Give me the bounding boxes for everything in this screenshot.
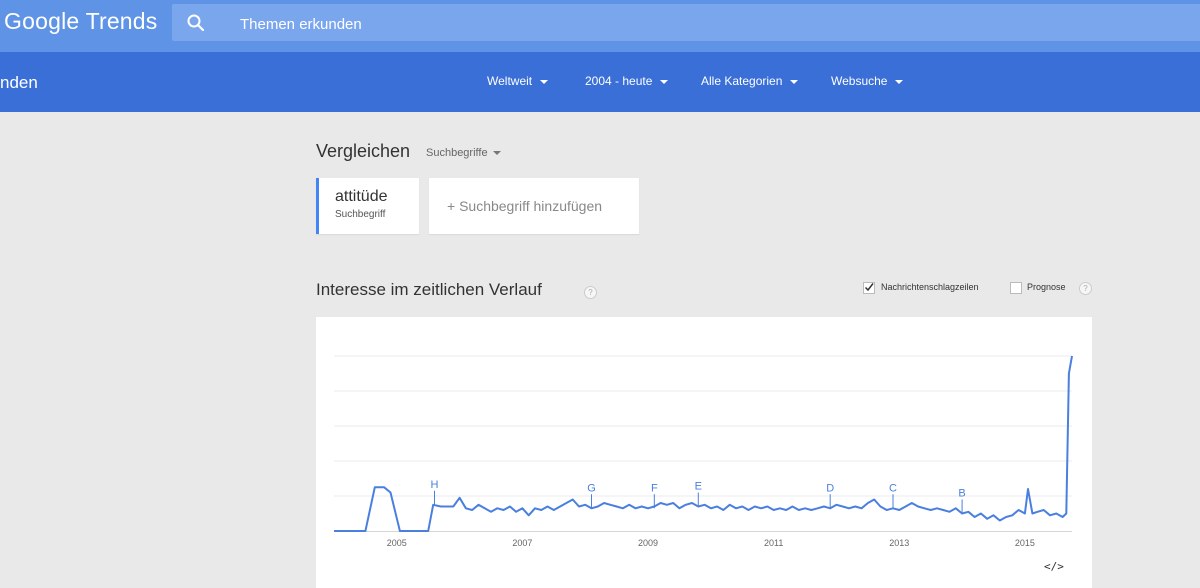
compare-type-label: Suchbegriffe <box>426 147 488 159</box>
region-dropdown[interactable]: Weltweit <box>487 74 549 88</box>
interest-line-chart: 2005 2007 2009 2011 2013 2015 H G F E D C B <box>334 355 1073 548</box>
search-term-type: Suchbegriff <box>335 209 386 220</box>
search-term-name[interactable]: attitüde <box>335 188 387 206</box>
x-tick-label: 2011 <box>764 538 783 548</box>
compare-type-dropdown[interactable]: Suchbegriffe <box>426 147 501 159</box>
annotation-label: G <box>587 482 596 494</box>
forecast-help-icon[interactable]: ? <box>1079 282 1092 295</box>
x-tick-label: 2005 <box>387 538 407 548</box>
forecast-checkbox[interactable] <box>1010 282 1022 294</box>
news-headlines-label: Nachrichtenschlagzeilen <box>881 282 979 292</box>
x-tick-label: 2009 <box>638 538 658 548</box>
news-headlines-checkbox[interactable] <box>863 282 875 294</box>
caret-down-icon <box>790 79 799 84</box>
logo-trends-text: Trends <box>85 8 158 34</box>
caret-down-icon <box>492 151 501 156</box>
annotation-label: D <box>826 482 834 494</box>
series-line <box>334 355 1073 532</box>
search-input[interactable] <box>238 12 842 36</box>
annotation-label: H <box>431 479 439 491</box>
search-type-label: Websuche <box>831 74 888 88</box>
caret-down-icon <box>660 79 669 84</box>
interest-chart-card: 2005 2007 2009 2011 2013 2015 H G F E D C B <box>316 317 1092 588</box>
forecast-label: Prognose <box>1027 282 1066 292</box>
category-dropdown[interactable]: Alle Kategorien <box>701 74 799 88</box>
annotation-label: B <box>958 488 965 500</box>
timeframe-label: 2004 - heute <box>585 74 653 88</box>
top-bar: Google Trends <box>0 0 1200 52</box>
add-search-term-button[interactable]: + Suchbegriff hinzufügen <box>429 178 639 234</box>
caret-down-icon <box>895 79 904 84</box>
compare-title: Vergleichen <box>316 141 411 161</box>
caret-down-icon <box>540 79 549 84</box>
checkmark-icon <box>864 283 874 292</box>
filter-bar: nden Weltweit 2004 - heute Alle Kategori… <box>0 52 1200 112</box>
x-tick-label: 2013 <box>889 538 909 548</box>
add-search-term-label: + Suchbegriff hinzufügen <box>447 198 603 214</box>
x-tick-label: 2007 <box>512 538 532 548</box>
x-tick-label: 2015 <box>1015 538 1035 548</box>
embed-code-icon[interactable]: </> <box>1044 560 1064 573</box>
annotation-label: C <box>889 482 897 494</box>
search-box[interactable] <box>172 4 1200 41</box>
timeframe-dropdown[interactable]: 2004 - heute <box>585 74 669 88</box>
logo-google-text: Google <box>4 8 80 34</box>
annotation-label: E <box>695 481 702 493</box>
region-label: Weltweit <box>487 74 533 88</box>
search-term-card[interactable]: attitüde Suchbegriff <box>316 178 419 234</box>
help-icon[interactable]: ? <box>584 286 597 299</box>
search-icon[interactable] <box>186 13 206 33</box>
search-type-dropdown[interactable]: Websuche <box>831 74 904 88</box>
annotation-label: F <box>651 482 658 494</box>
interest-over-time-title: Interesse im zeitlichen Verlauf <box>316 280 542 299</box>
google-trends-logo[interactable]: Google Trends <box>4 8 158 35</box>
section-title: nden <box>0 73 38 92</box>
category-label: Alle Kategorien <box>701 74 783 88</box>
